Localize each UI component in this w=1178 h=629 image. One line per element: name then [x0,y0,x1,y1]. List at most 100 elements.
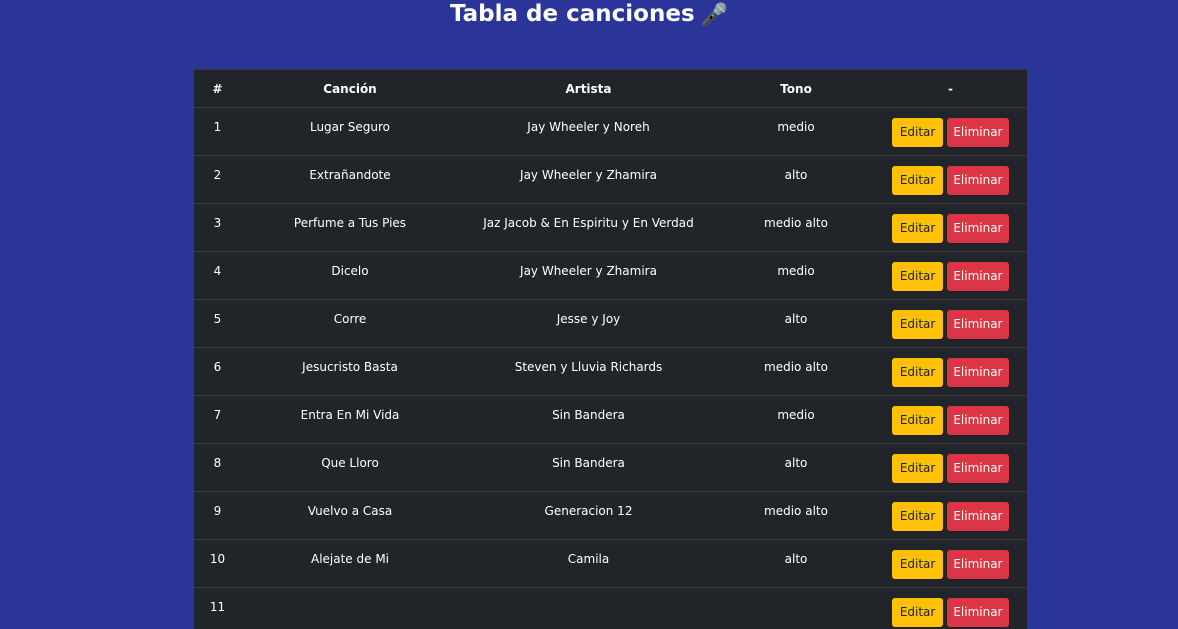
cell-tone: medio alto [718,204,874,252]
cell-number: 9 [194,492,241,540]
cell-tone: medio [718,108,874,156]
cell-actions: Editar Eliminar [874,492,1027,540]
edit-button[interactable]: Editar [892,358,943,387]
cell-number: 4 [194,252,241,300]
delete-button[interactable]: Eliminar [947,214,1009,243]
delete-button[interactable]: Eliminar [947,358,1009,387]
cell-artist: Jesse y Joy [459,300,718,348]
column-header-artist: Artista [459,70,718,108]
table-header: # Canción Artista Tono - [194,70,1027,108]
cell-tone: alto [718,444,874,492]
cell-song: Extrañandote [241,156,459,204]
cell-artist: Jay Wheeler y Noreh [459,108,718,156]
cell-actions: Editar Eliminar [874,444,1027,492]
cell-number: 7 [194,396,241,444]
cell-number: 10 [194,540,241,588]
cell-number: 2 [194,156,241,204]
cell-song: Alejate de Mi [241,540,459,588]
edit-button[interactable]: Editar [892,310,943,339]
delete-button[interactable]: Eliminar [947,550,1009,579]
microphone-icon: 🎤 [701,2,728,30]
cell-artist: Jay Wheeler y Zhamira [459,156,718,204]
cell-song: Que Lloro [241,444,459,492]
edit-button[interactable]: Editar [892,454,943,483]
page-title: Tabla de canciones🎤 [0,0,1178,28]
column-header-actions: - [874,70,1027,108]
edit-button[interactable]: Editar [892,502,943,531]
cell-number: 8 [194,444,241,492]
delete-button[interactable]: Eliminar [947,502,1009,531]
songs-table: # Canción Artista Tono - 1Lugar SeguroJa… [194,69,1027,629]
cell-artist: Generacion 12 [459,492,718,540]
header-row: # Canción Artista Tono - [194,70,1027,108]
delete-button[interactable]: Eliminar [947,262,1009,291]
cell-actions: Editar Eliminar [874,348,1027,396]
edit-button[interactable]: Editar [892,214,943,243]
table-row: 10Alejate de MiCamilaaltoEditar Eliminar [194,540,1027,588]
delete-button[interactable]: Eliminar [947,118,1009,147]
cell-actions: Editar Eliminar [874,156,1027,204]
cell-tone: medio alto [718,348,874,396]
cell-actions: Editar Eliminar [874,108,1027,156]
delete-button[interactable]: Eliminar [947,310,1009,339]
cell-number: 11 [194,588,241,629]
page-title-text: Tabla de canciones [450,1,695,27]
cell-tone: alto [718,540,874,588]
edit-button[interactable]: Editar [892,166,943,195]
cell-song: Entra En Mi Vida [241,396,459,444]
cell-song: Jesucristo Basta [241,348,459,396]
table-row: 6Jesucristo BastaSteven y Lluvia Richard… [194,348,1027,396]
cell-number: 5 [194,300,241,348]
delete-button[interactable]: Eliminar [947,406,1009,435]
table-row: 4DiceloJay Wheeler y ZhamiramedioEditar … [194,252,1027,300]
column-header-number: # [194,70,241,108]
cell-tone: alto [718,156,874,204]
cell-tone: medio [718,396,874,444]
edit-button[interactable]: Editar [892,550,943,579]
cell-artist: Jaz Jacob & En Espiritu y En Verdad [459,204,718,252]
cell-actions: Editar Eliminar [874,588,1027,629]
table-row: 9Vuelvo a CasaGeneracion 12medio altoEdi… [194,492,1027,540]
table-row: 7Entra En Mi VidaSin BanderamedioEditar … [194,396,1027,444]
cell-number: 6 [194,348,241,396]
column-header-tone: Tono [718,70,874,108]
cell-song: Vuelvo a Casa [241,492,459,540]
cell-actions: Editar Eliminar [874,396,1027,444]
cell-tone [718,588,874,629]
cell-artist: Jay Wheeler y Zhamira [459,252,718,300]
cell-tone: medio alto [718,492,874,540]
cell-artist [459,588,718,629]
cell-song: Dicelo [241,252,459,300]
table-body: 1Lugar SeguroJay Wheeler y NorehmedioEdi… [194,108,1027,629]
cell-tone: medio [718,252,874,300]
cell-song: Perfume a Tus Pies [241,204,459,252]
cell-actions: Editar Eliminar [874,204,1027,252]
edit-button[interactable]: Editar [892,118,943,147]
column-header-song: Canción [241,70,459,108]
songs-table-container: # Canción Artista Tono - 1Lugar SeguroJa… [194,69,1027,629]
cell-tone: alto [718,300,874,348]
edit-button[interactable]: Editar [892,406,943,435]
cell-artist: Steven y Lluvia Richards [459,348,718,396]
table-row: 8Que LloroSin BanderaaltoEditar Eliminar [194,444,1027,492]
delete-button[interactable]: Eliminar [947,166,1009,195]
edit-button[interactable]: Editar [892,598,943,627]
table-row: 11 Editar Eliminar [194,588,1027,629]
table-row: 3Perfume a Tus PiesJaz Jacob & En Espiri… [194,204,1027,252]
cell-actions: Editar Eliminar [874,252,1027,300]
delete-button[interactable]: Eliminar [947,598,1009,627]
cell-artist: Sin Bandera [459,396,718,444]
cell-song: Lugar Seguro [241,108,459,156]
table-row: 1Lugar SeguroJay Wheeler y NorehmedioEdi… [194,108,1027,156]
cell-number: 1 [194,108,241,156]
cell-artist: Sin Bandera [459,444,718,492]
cell-actions: Editar Eliminar [874,540,1027,588]
cell-song [241,588,459,629]
delete-button[interactable]: Eliminar [947,454,1009,483]
cell-song: Corre [241,300,459,348]
cell-actions: Editar Eliminar [874,300,1027,348]
table-row: 2ExtrañandoteJay Wheeler y ZhamiraaltoEd… [194,156,1027,204]
edit-button[interactable]: Editar [892,262,943,291]
cell-number: 3 [194,204,241,252]
table-row: 5CorreJesse y JoyaltoEditar Eliminar [194,300,1027,348]
